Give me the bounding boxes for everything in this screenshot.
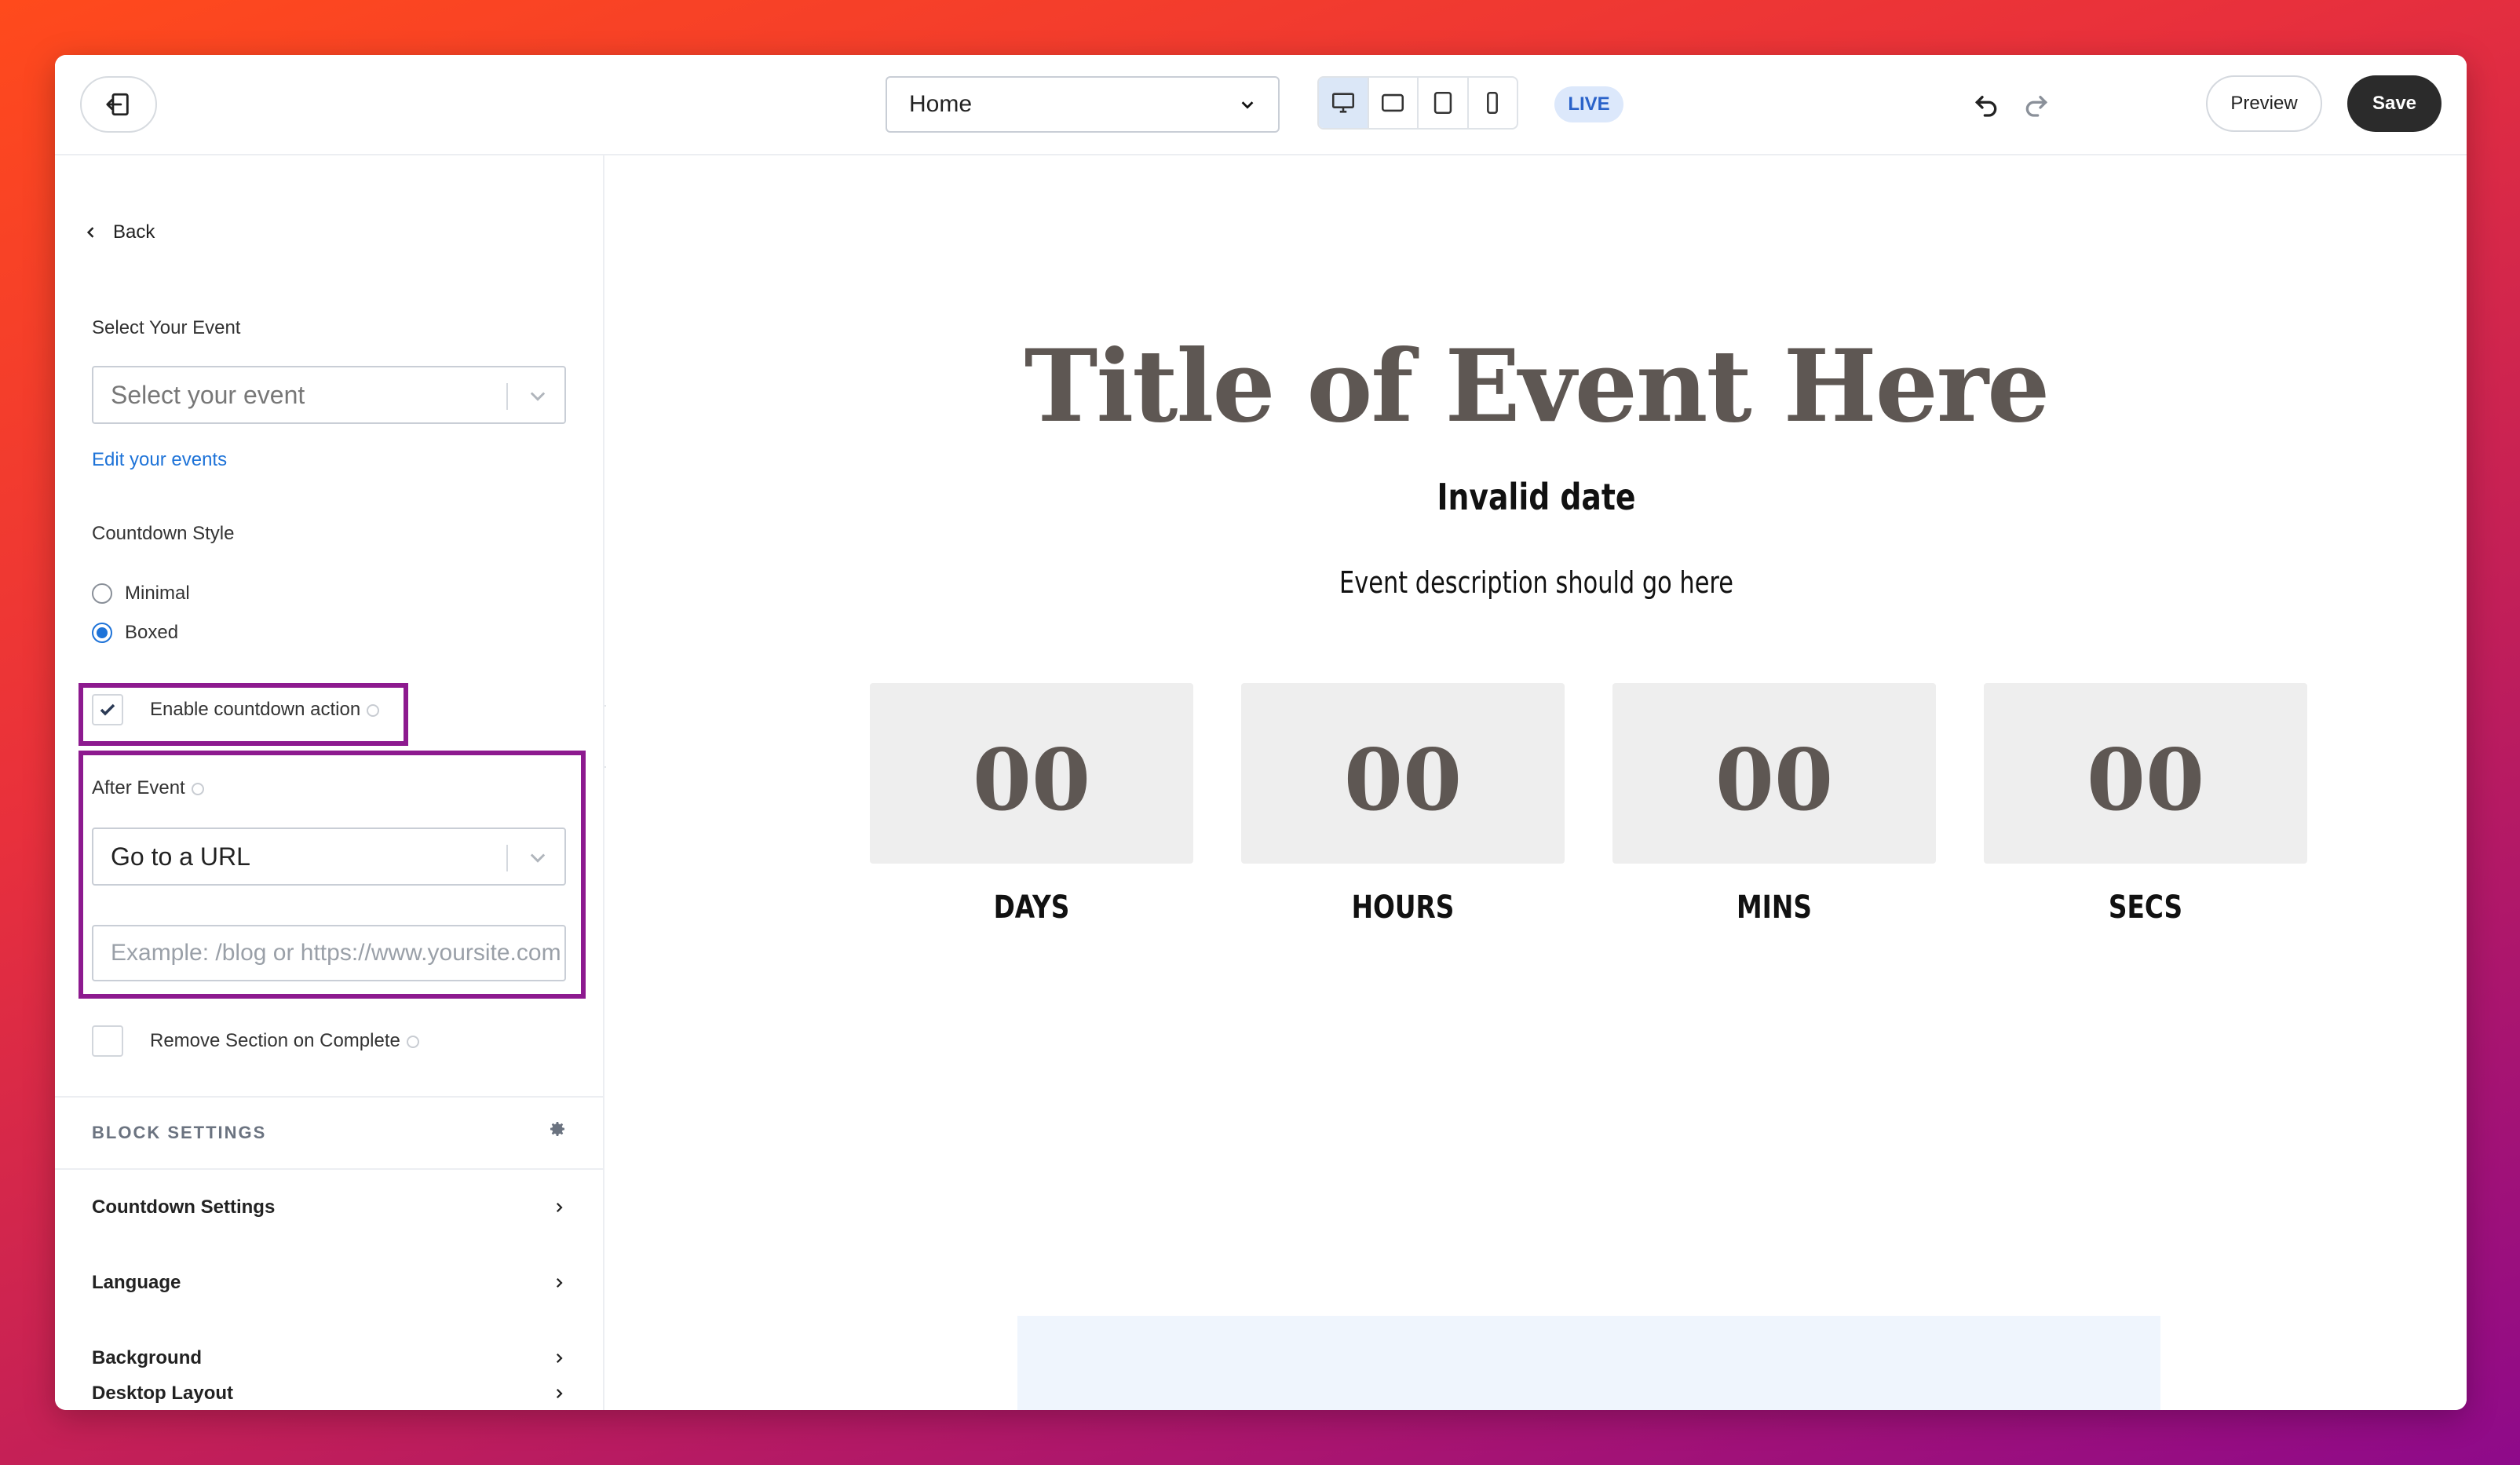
select-event-dropdown[interactable]: Select your event xyxy=(92,366,566,424)
countdown-mins-box: 00 xyxy=(1612,683,1936,864)
top-toolbar: Home LIVE Preview Save xyxy=(55,55,2467,155)
event-title[interactable]: Title of Event Here xyxy=(606,328,2467,444)
undo-button[interactable] xyxy=(1970,88,2002,123)
divider xyxy=(55,1096,604,1098)
event-date: Invalid date xyxy=(1437,476,1636,518)
editor-window: Home LIVE Preview Save Back Select Your … xyxy=(55,55,2467,1410)
redirect-url-input[interactable]: Example: /blog or https://www.yoursite.c… xyxy=(92,925,566,981)
accordion-desktop-layout[interactable]: Desktop Layout xyxy=(92,1382,566,1405)
page-select[interactable]: Home xyxy=(886,76,1280,133)
enable-action-label: Enable countdown action xyxy=(150,699,361,720)
chevron-right-icon xyxy=(556,1353,563,1364)
countdown-hours-box: 00 xyxy=(1241,683,1565,864)
after-event-dropdown[interactable]: Go to a URL xyxy=(92,827,566,886)
undo-icon xyxy=(1974,96,1997,117)
radio-boxed[interactable] xyxy=(92,623,112,643)
select-separator xyxy=(506,383,508,410)
redo-icon xyxy=(2025,96,2048,117)
tablet-landscape-view-button[interactable] xyxy=(1369,78,1419,128)
accordion-language[interactable]: Language xyxy=(92,1272,566,1294)
tablet-landscape-icon xyxy=(1382,93,1404,112)
tablet-portrait-icon xyxy=(1433,91,1452,115)
desktop-view-button[interactable] xyxy=(1319,78,1369,128)
preview-button[interactable]: Preview xyxy=(2206,75,2322,132)
device-switcher xyxy=(1317,76,1518,130)
save-button[interactable]: Save xyxy=(2347,75,2441,132)
enable-countdown-action-row[interactable]: Enable countdown action xyxy=(92,694,380,725)
chevron-right-icon xyxy=(556,1277,563,1288)
countdown-hours-label: HOURS xyxy=(1351,890,1455,926)
mobile-icon xyxy=(1487,91,1499,115)
style-option-boxed[interactable]: Boxed xyxy=(92,622,178,644)
chevron-right-icon xyxy=(556,1388,563,1399)
tablet-portrait-view-button[interactable] xyxy=(1419,78,1469,128)
style-option-label: Minimal xyxy=(125,583,190,604)
gear-icon[interactable] xyxy=(548,1120,567,1138)
chevron-left-icon xyxy=(86,227,94,238)
accordion-countdown-settings[interactable]: Countdown Settings xyxy=(92,1196,566,1218)
after-event-value: Go to a URL xyxy=(111,842,250,871)
countdown-mins-label: MINS xyxy=(1737,890,1812,926)
accordion-background[interactable]: Background xyxy=(92,1347,566,1369)
desktop-icon xyxy=(1331,93,1354,113)
select-separator xyxy=(506,845,508,871)
countdown-secs-box: 00 xyxy=(1984,683,2307,864)
page-canvas: Title of Event Here Invalid date Event d… xyxy=(606,155,2467,1410)
edit-events-link[interactable]: Edit your events xyxy=(92,449,227,471)
info-icon xyxy=(191,782,204,795)
countdown-days-box: 00 xyxy=(870,683,1193,864)
back-link[interactable]: Back xyxy=(83,221,155,243)
style-option-minimal[interactable]: Minimal xyxy=(92,583,190,605)
remove-section-checkbox[interactable] xyxy=(92,1025,123,1057)
after-event-label: After Event xyxy=(92,777,204,799)
divider xyxy=(55,1168,604,1170)
next-section-preview[interactable] xyxy=(1017,1316,2160,1410)
chevron-down-icon xyxy=(530,392,546,401)
select-event-placeholder: Select your event xyxy=(111,380,305,409)
settings-sidebar: Back Select Your Event Select your event… xyxy=(55,155,604,1410)
info-icon xyxy=(367,703,380,717)
chevron-down-icon xyxy=(530,853,546,863)
check-icon xyxy=(100,703,115,716)
exit-editor-button[interactable] xyxy=(80,76,157,133)
countdown-secs-label: SECS xyxy=(2108,890,2183,926)
countdown-style-label: Countdown Style xyxy=(92,523,235,544)
redo-button[interactable] xyxy=(2021,88,2052,123)
chevron-right-icon xyxy=(556,1202,563,1213)
exit-icon xyxy=(106,93,129,116)
countdown-days-label: DAYS xyxy=(993,890,1070,926)
page-select-value: Home xyxy=(909,91,973,117)
live-status-badge: LIVE xyxy=(1554,86,1623,122)
remove-section-label: Remove Section on Complete xyxy=(150,1030,400,1051)
radio-minimal[interactable] xyxy=(92,583,112,604)
back-label: Back xyxy=(113,221,155,243)
info-icon xyxy=(406,1035,419,1048)
block-settings-label: BLOCK SETTINGS xyxy=(92,1123,267,1142)
enable-action-checkbox[interactable] xyxy=(92,694,123,725)
event-description[interactable]: Event description should go here xyxy=(792,565,2281,600)
select-event-label: Select Your Event xyxy=(92,317,241,338)
style-option-label: Boxed xyxy=(125,622,179,643)
remove-section-row[interactable]: Remove Section on Complete xyxy=(92,1025,419,1057)
mobile-view-button[interactable] xyxy=(1469,78,1517,128)
chevron-down-icon xyxy=(1241,101,1254,109)
